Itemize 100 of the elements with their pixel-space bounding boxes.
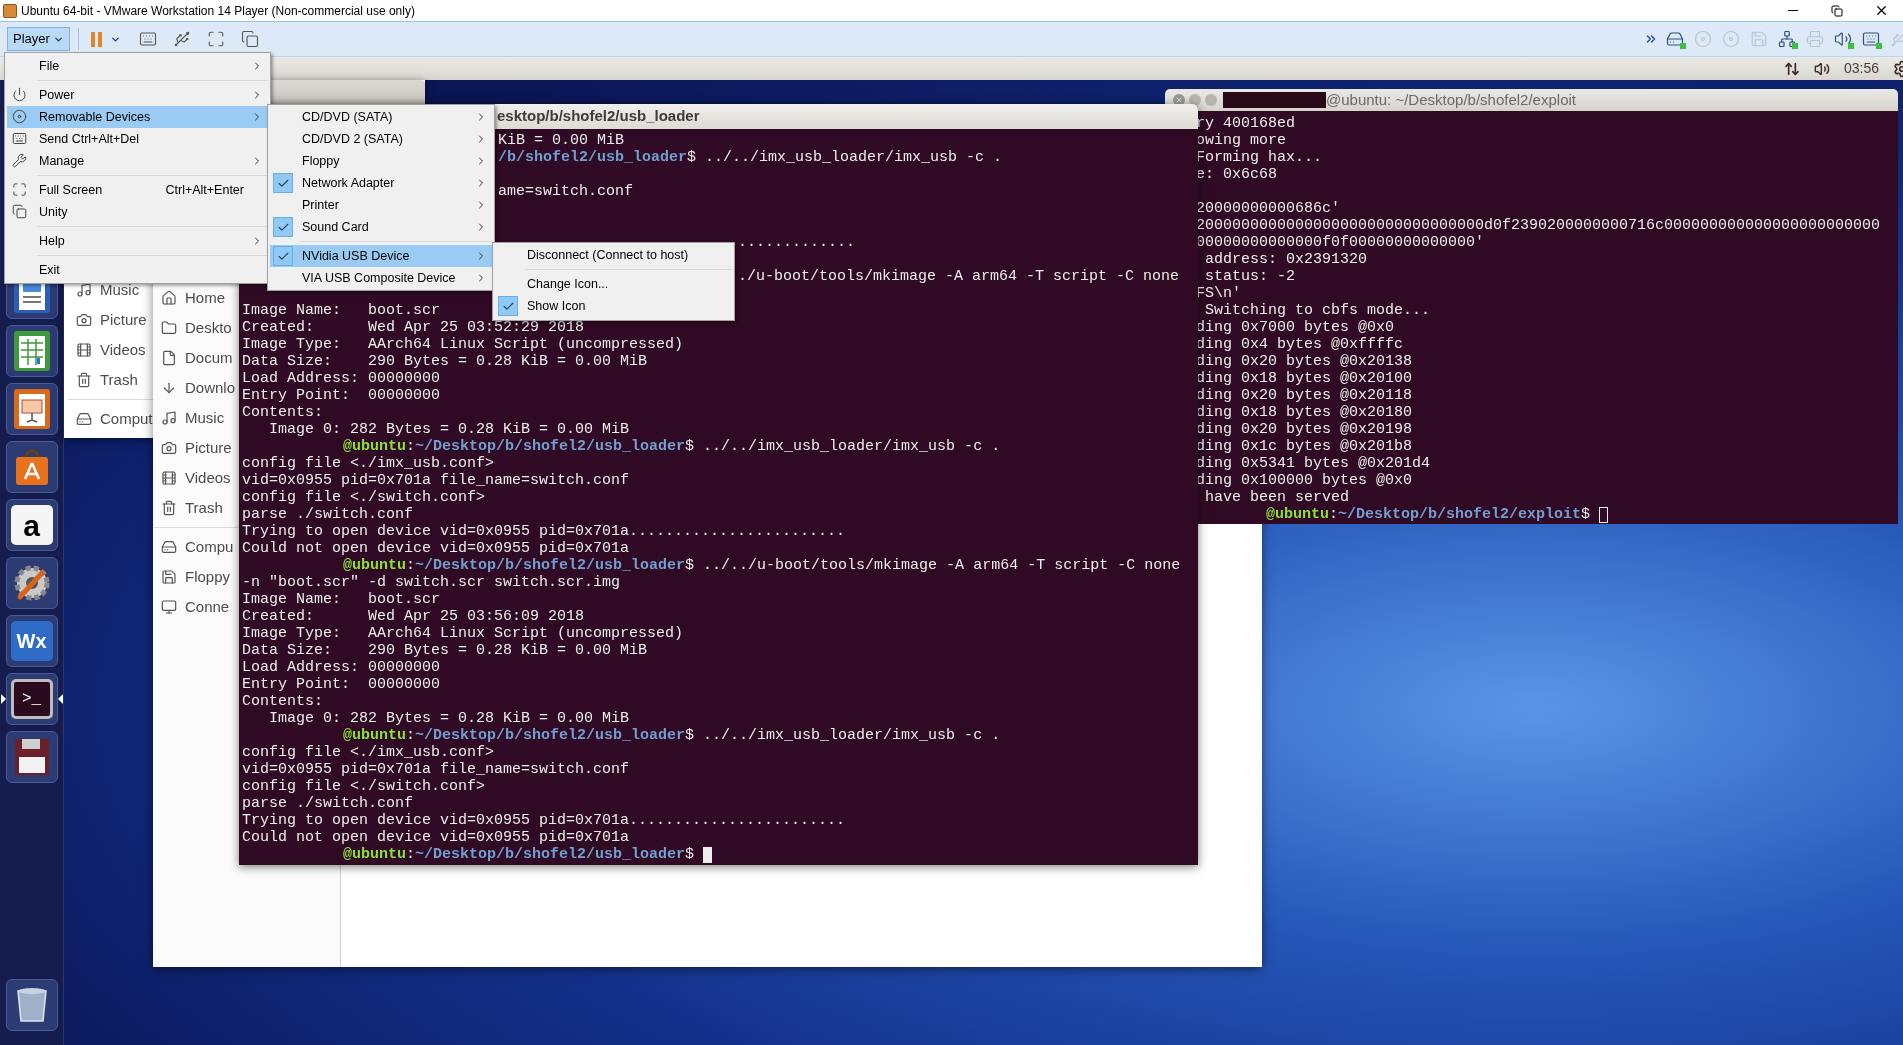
menu-item[interactable]: CD/DVD 2 (SATA): [270, 128, 492, 150]
menu-item[interactable]: Exit: [7, 259, 268, 281]
menu-item[interactable]: NVidia USB Device: [270, 245, 492, 267]
menu-item[interactable]: Floppy: [270, 150, 492, 172]
launcher-button[interactable]: a: [5, 499, 58, 551]
launcher-button[interactable]: [5, 979, 58, 1031]
fullscreen-icon: [12, 182, 27, 197]
terminal-prompt-line: @ubuntu:~/Desktop/b/shofel2/usb_loader$ ../../u-boot/tools/mkimage -A arm64 -T script -C none: [343, 557, 1181, 574]
launcher-button[interactable]: Wx: [5, 615, 58, 667]
menu-item[interactable]: Full Screen Ctrl+Alt+Enter: [7, 179, 268, 201]
sidebar-item[interactable]: Trash: [68, 365, 140, 395]
power-icon: [12, 87, 27, 102]
sidebar-item[interactable]: Music: [153, 403, 227, 433]
menu-item[interactable]: Manage: [7, 150, 268, 172]
overflow-chevron-icon[interactable]: [1644, 32, 1658, 46]
sidebar-item[interactable]: Conne: [153, 592, 232, 622]
volume-icon[interactable]: [1813, 60, 1830, 77]
launcher-button[interactable]: [5, 441, 58, 493]
terminal-line: ding 0x100000 bytes @0x0: [1196, 472, 1413, 489]
terminal-line: owing more: [1196, 132, 1286, 149]
sidebar-item[interactable]: Picture: [153, 433, 234, 463]
launcher-button[interactable]: [5, 383, 58, 435]
clock[interactable]: 03:56: [1843, 58, 1879, 79]
terminal-line: 20000000000686c': [1196, 200, 1341, 217]
terminal-line: config file <./switch.conf>: [242, 489, 486, 506]
menu-item[interactable]: Disconnect (Connect to host): [495, 244, 732, 266]
terminal-line: .............: [738, 234, 856, 251]
fullscreen-icon[interactable]: [206, 30, 225, 48]
terminal-line: Entry Point: 00000000: [242, 676, 441, 693]
menu-item[interactable]: CD/DVD (SATA): [270, 106, 492, 128]
launcher-button[interactable]: >_: [5, 673, 58, 725]
windows-icon[interactable]: [240, 30, 259, 48]
terminal-line: Load Address: 00000000: [242, 659, 441, 676]
window-title: Ubuntu 64-bit - VMware Workstation 14 Player (Non-commercial use only): [21, 2, 415, 20]
hard-drive-icon[interactable]: [1664, 29, 1686, 49]
network-icon[interactable]: [1776, 29, 1798, 49]
sidebar-item[interactable]: Floppy: [153, 562, 233, 592]
sidebar-item[interactable]: Videos: [153, 463, 233, 493]
film-icon: [161, 470, 177, 486]
app-icon: [3, 3, 17, 18]
camera-icon: [76, 312, 92, 328]
sidebar-item[interactable]: Videos: [68, 335, 148, 365]
menu-item[interactable]: File: [7, 55, 268, 77]
terminal-prompt-line: /b/shofel2/usb_loader$ ../../imx_usb_loader/imx_usb -c .: [498, 149, 1003, 166]
wrench-icon: [12, 153, 27, 168]
launcher-button[interactable]: [5, 325, 58, 377]
terminal-line: config file <./switch.conf>: [242, 778, 486, 795]
terminal-line: Data Size: 290 Bytes = 0.28 KiB = 0.00 MiB: [242, 642, 648, 659]
sidebar-item[interactable]: Docum: [153, 343, 235, 373]
menu-item[interactable]: Send Ctrl+Alt+Del: [7, 128, 268, 150]
menu-item[interactable]: Change Icon...: [495, 273, 732, 295]
sidebar-item[interactable]: Home: [153, 283, 227, 313]
terminal-line: Image Name: boot.scr: [242, 591, 441, 608]
music-icon: [76, 282, 92, 298]
terminal-line: ./u-boot/tools/mkimage -A arm64 -T script -C none: [738, 268, 1180, 285]
menu-item[interactable]: Unity: [7, 201, 268, 223]
menu-item[interactable]: Sound Card: [270, 216, 492, 238]
sidebar-item[interactable]: Compu: [153, 532, 236, 562]
terminal-line: Image Type: AArch64 Linux Script (uncompressed): [242, 336, 684, 353]
terminal-line: Switching to cbfs mode...: [1204, 302, 1431, 319]
terminal-line: KiB = 0.00 MiB: [498, 132, 625, 149]
terminal-line: 00000000000000f0f00000000000000': [1196, 234, 1485, 251]
terminal-line: Image 0: 282 Bytes = 0.28 KiB = 0.00 MiB: [268, 710, 630, 727]
disc-icon: [12, 109, 27, 124]
terminal-line: ding 0x18 bytes @0x20180: [1196, 404, 1413, 421]
usb-icon[interactable]: [172, 30, 191, 48]
terminal-line: Contents:: [242, 693, 323, 710]
keyboard-icon[interactable]: [138, 30, 157, 48]
terminal-line: Image Name: boot.scr: [242, 302, 441, 319]
terminal-line: status: -2: [1204, 268, 1296, 285]
terminal-line: ding 0x20 bytes @0x20198: [1196, 421, 1413, 438]
menu-item[interactable]: Power: [7, 84, 268, 106]
terminal-line: ding 0x18 bytes @0x20100: [1196, 370, 1413, 387]
launcher-button[interactable]: [5, 557, 58, 609]
shortcut-label: Ctrl+Alt+Enter: [164, 181, 244, 199]
player-menu-button[interactable]: Player: [7, 27, 70, 51]
speaker-icon[interactable]: [1832, 29, 1854, 49]
keyboard-icon[interactable]: [1860, 29, 1882, 49]
menu-item[interactable]: Show Icon: [495, 295, 732, 317]
sidebar-item[interactable]: Comput: [68, 404, 155, 434]
terminal-line: ding 0x1c bytes @0x201b8: [1196, 438, 1413, 455]
terminal-line: -n "boot.scr" -d switch.scr switch.scr.img: [242, 574, 621, 591]
trash-icon: [76, 372, 92, 388]
launcher-button[interactable]: [5, 731, 58, 783]
terminal-line: ame=switch.conf: [498, 183, 634, 200]
menu-item[interactable]: Removable Devices: [7, 106, 268, 128]
menu-item[interactable]: VIA USB Composite Device: [270, 267, 492, 289]
menu-item[interactable]: Printer: [270, 194, 492, 216]
sidebar-item[interactable]: Deskto: [153, 313, 234, 343]
minimize-icon: [1788, 10, 1798, 11]
close-icon: [1175, 96, 1183, 104]
terminal-line: Trying to open device vid=0x0955 pid=0x701a........................: [242, 523, 846, 540]
sidebar-item[interactable]: Trash: [153, 493, 225, 523]
terminal-line: Image Type: AArch64 Linux Script (uncompressed): [242, 625, 684, 642]
menu-item[interactable]: Help: [7, 230, 268, 252]
drive-icon: [76, 411, 92, 427]
menu-item[interactable]: Network Adapter: [270, 172, 492, 194]
network-arrows-icon[interactable]: [1783, 60, 1800, 77]
sidebar-item[interactable]: Downlo: [153, 373, 238, 403]
sidebar-item[interactable]: Picture: [68, 305, 149, 335]
